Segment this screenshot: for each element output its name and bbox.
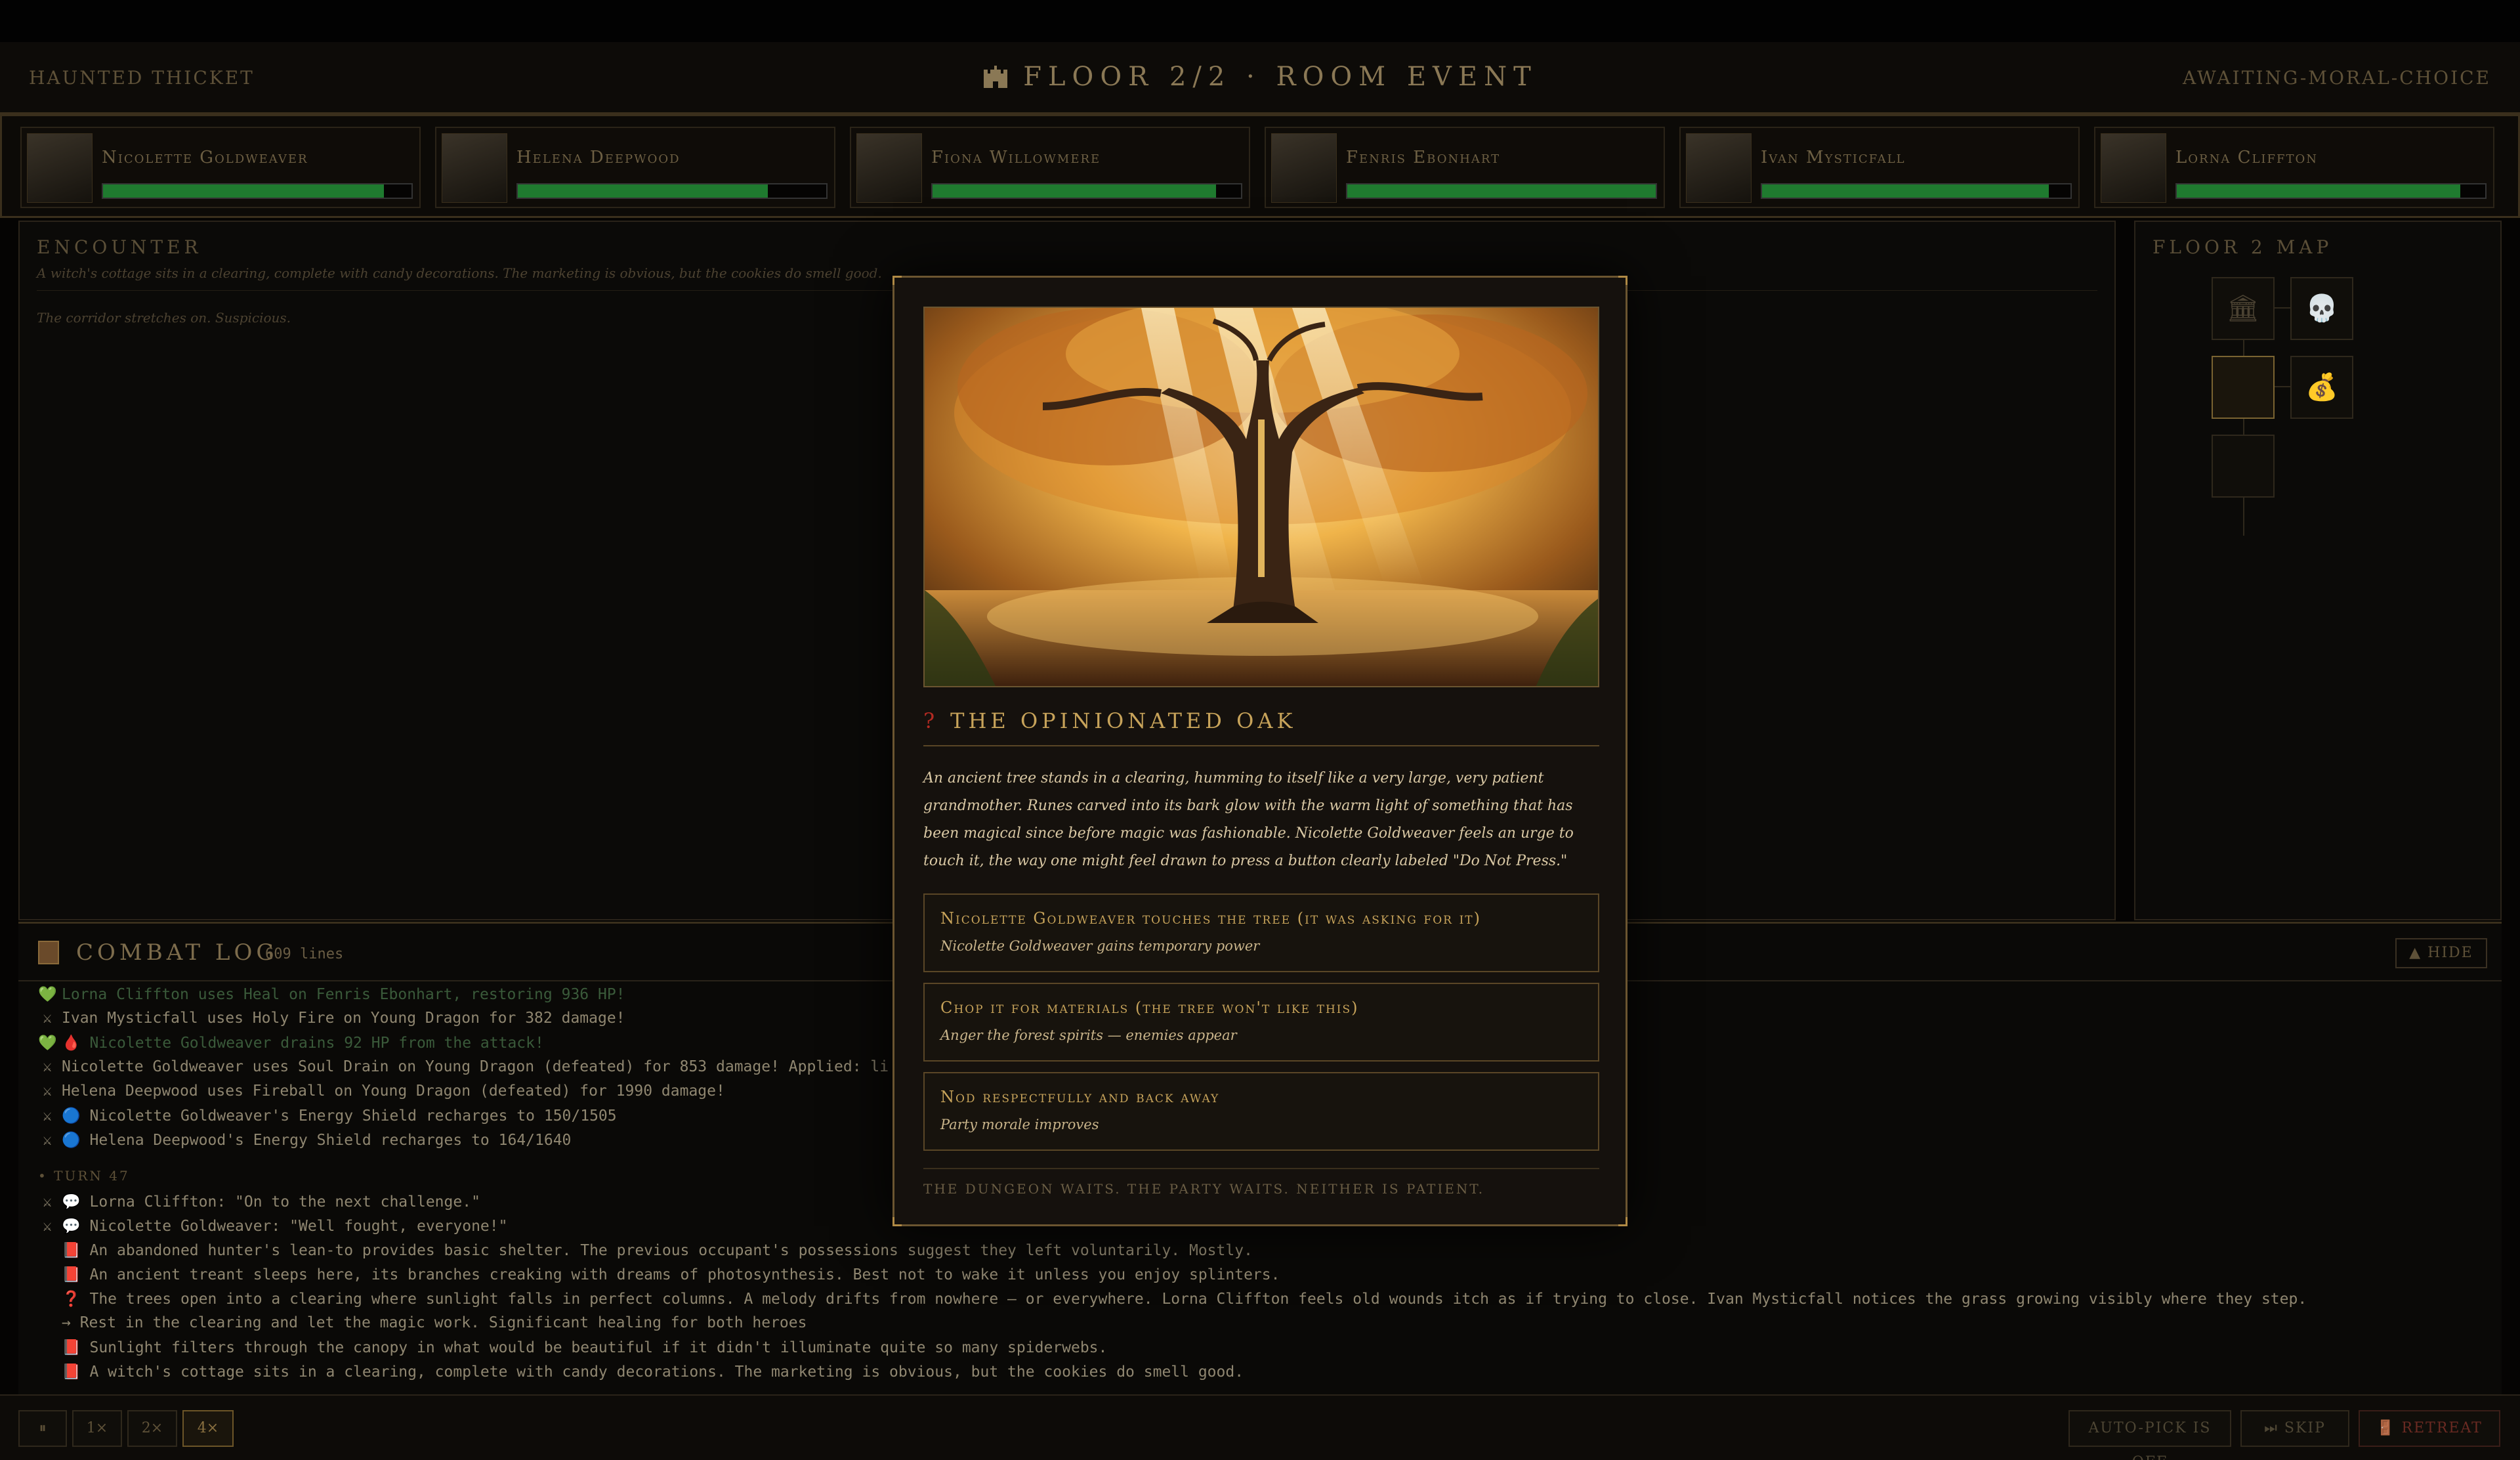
choice-outcome: Party morale improves	[940, 1117, 1099, 1132]
question-icon: ?	[923, 708, 939, 733]
choice-chop-tree[interactable]: Chop it for materials (the tree won't li…	[923, 983, 1599, 1062]
choice-outcome: Anger the forest spirits — enemies appea…	[940, 1027, 1237, 1043]
event-title: ? THE OPINIONATED OAK	[923, 708, 1297, 733]
event-footer: THE DUNGEON WAITS. THE PARTY WAITS. NEIT…	[923, 1181, 1485, 1197]
frame-corner	[892, 1217, 902, 1226]
choice-touch-tree[interactable]: Nicolette Goldweaver touches the tree (i…	[923, 893, 1599, 972]
choice-title: Nicolette Goldweaver touches the tree (i…	[940, 909, 1481, 928]
choice-title: Nod respectfully and back away	[940, 1088, 1220, 1106]
frame-corner	[892, 276, 902, 285]
choice-title: Chop it for materials (the tree won't li…	[940, 998, 1359, 1017]
event-description: An ancient tree stands in a clearing, hu…	[923, 770, 1574, 869]
frame-corner	[1618, 276, 1628, 285]
choice-back-away[interactable]: Nod respectfully and back away Party mor…	[923, 1072, 1599, 1151]
event-modal: ? THE OPINIONATED OAK An ancient tree sta…	[892, 276, 1628, 1226]
divider	[923, 1168, 1599, 1169]
event-illustration	[923, 307, 1599, 687]
choice-outcome: Nicolette Goldweaver gains temporary pow…	[940, 938, 1260, 954]
frame-corner	[1618, 1217, 1628, 1226]
oak-tree-illustration	[925, 308, 1598, 686]
divider	[923, 745, 1599, 746]
